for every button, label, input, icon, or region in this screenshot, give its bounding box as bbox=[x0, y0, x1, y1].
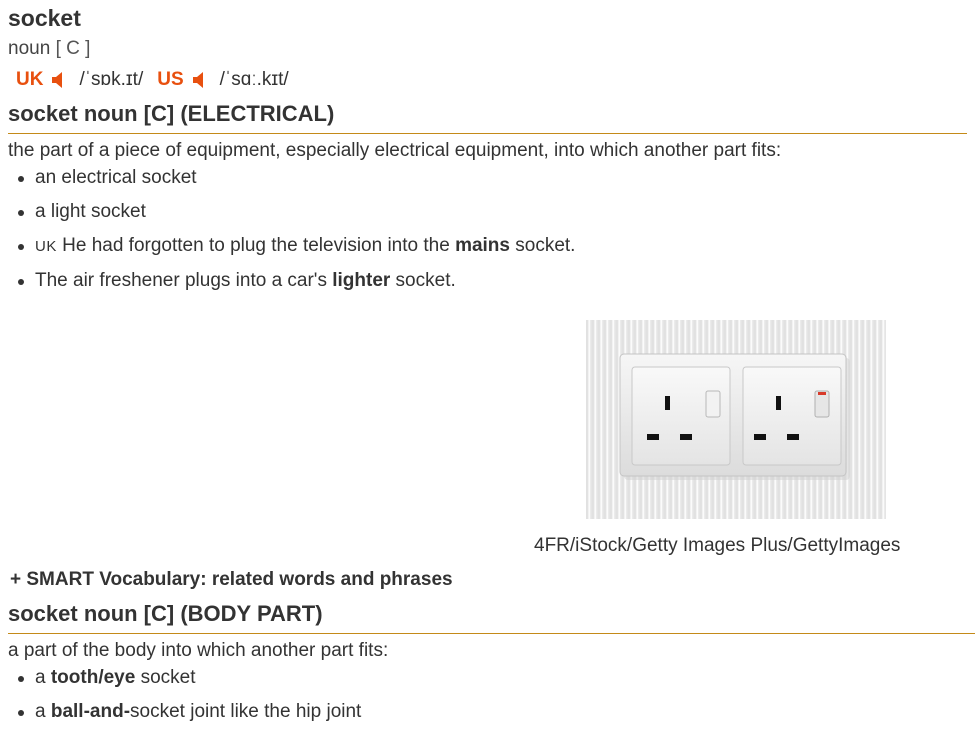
definition-body-part: a part of the body into which another pa… bbox=[8, 640, 389, 661]
example-text: a bbox=[35, 701, 51, 722]
example-text: socket. bbox=[509, 235, 576, 256]
us-label: US bbox=[157, 69, 184, 90]
example-item: a tooth/eye socket bbox=[18, 666, 975, 690]
example-keyword: lighter bbox=[332, 270, 391, 291]
region-label-uk: UK bbox=[35, 238, 57, 255]
definition-electrical: the part of a piece of equipment, especi… bbox=[8, 140, 782, 161]
example-item: UK He had forgotten to plug the televisi… bbox=[18, 234, 967, 259]
socket-photo bbox=[586, 320, 886, 519]
example-text: a bbox=[35, 667, 51, 688]
example-text: socket. bbox=[390, 270, 456, 291]
speaker-icon[interactable] bbox=[51, 71, 67, 89]
dictionary-entry: socket noun [ C ] UK /ˈsɒk.ɪt/ US /ˈsɑː.… bbox=[0, 4, 975, 293]
example-text: socket bbox=[135, 667, 196, 688]
smart-vocabulary-link[interactable]: + SMART Vocabulary: related words and ph… bbox=[10, 568, 453, 592]
image-caption: 4FR/iStock/Getty Images Plus/GettyImages bbox=[534, 535, 901, 556]
uk-label: UK bbox=[16, 69, 44, 90]
speaker-icon[interactable] bbox=[192, 71, 208, 89]
sense-title-electrical: socket noun [C] (ELECTRICAL) bbox=[8, 100, 967, 134]
grammar-code: [ C ] bbox=[55, 38, 91, 59]
examples-electrical: an electrical socket a light socket UK H… bbox=[8, 166, 967, 293]
example-keyword: ball-and- bbox=[50, 701, 131, 722]
example-text: a light socket bbox=[35, 201, 146, 222]
example-item: an electrical socket bbox=[18, 166, 967, 190]
example-keyword: tooth/eye bbox=[50, 667, 136, 688]
part-of-speech: noun [ C ] bbox=[8, 37, 967, 61]
sense-body-part: socket noun [C] (BODY PART) a part of th… bbox=[8, 600, 975, 734]
example-item: a ball-and-socket joint like the hip joi… bbox=[18, 700, 975, 724]
pronunciation-row: UK /ˈsɒk.ɪt/ US /ˈsɑː.kɪt/ bbox=[8, 68, 967, 92]
sense-title-body-part: socket noun [C] (BODY PART) bbox=[8, 600, 975, 634]
example-text: The air freshener plugs into a car's bbox=[35, 270, 333, 291]
example-item: a light socket bbox=[18, 200, 967, 224]
pos-label: noun bbox=[8, 38, 51, 59]
example-text: socket joint like the hip joint bbox=[130, 701, 362, 722]
example-item: The air freshener plugs into a car's lig… bbox=[18, 269, 967, 293]
us-ipa: /ˈsɑː.kɪt/ bbox=[219, 69, 289, 90]
uk-ipa: /ˈsɒk.ɪt/ bbox=[79, 69, 144, 90]
example-text: an electrical socket bbox=[35, 167, 197, 188]
example-text: He had forgotten to plug the television … bbox=[56, 235, 456, 256]
example-keyword: mains bbox=[455, 235, 510, 256]
headword: socket bbox=[8, 5, 81, 31]
examples-body-part: a tooth/eye socket a ball-and-socket joi… bbox=[8, 666, 975, 724]
